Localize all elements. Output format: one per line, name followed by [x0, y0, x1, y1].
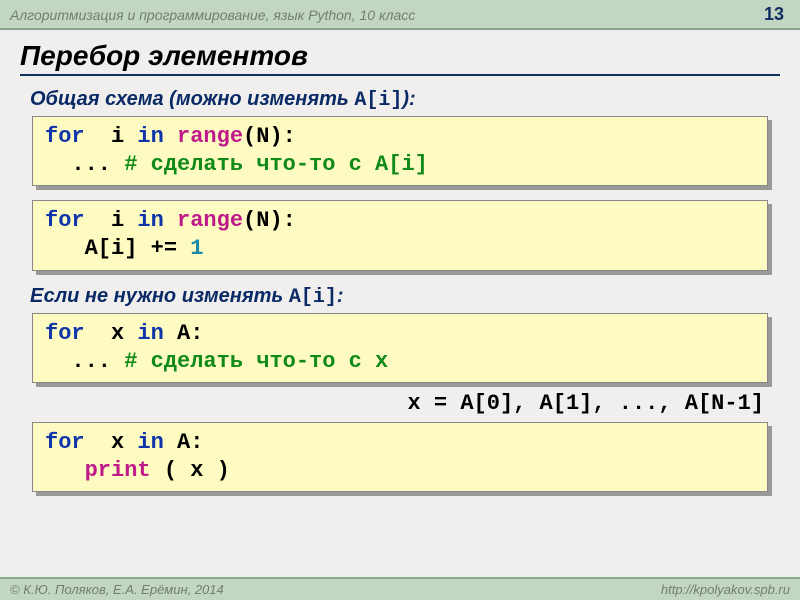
subhead1-text-c: ):	[402, 88, 415, 110]
var-i: i	[85, 124, 138, 149]
page-number: 13	[764, 4, 784, 25]
paren-open: (	[243, 124, 256, 149]
kw-for: for	[45, 208, 85, 233]
colon: :	[190, 321, 203, 346]
paren-close: ):	[269, 208, 295, 233]
comment: # сделать что-то с A[i]	[124, 152, 428, 177]
array-increment: A[i] +=	[45, 236, 190, 261]
paren-close: ):	[269, 124, 295, 149]
subhead1-text-a: Общая схема (можно изменять	[30, 88, 354, 110]
code-block-4: for x in A: print ( x )	[32, 422, 768, 492]
header-title: Алгоритмизация и программирование, язык …	[10, 7, 415, 23]
kw-in: in	[137, 321, 163, 346]
fn-range: range	[164, 208, 243, 233]
ellipsis: ...	[45, 349, 124, 374]
subhead2-text-a: Если не нужно изменять	[30, 285, 289, 307]
slide-header: Алгоритмизация и программирование, язык …	[0, 0, 800, 30]
footer-url: http://kpolyakov.spb.ru	[661, 582, 790, 597]
var-x: x	[85, 321, 138, 346]
subheading-general-scheme: Общая схема (можно изменять A[i]):	[30, 88, 770, 112]
subhead2-code: A[i]	[289, 286, 337, 309]
print-arg: ( x )	[151, 458, 230, 483]
ellipsis: ...	[45, 152, 124, 177]
code-block-3: for x in A: ... # сделать что-то с x	[32, 313, 768, 383]
footer-copyright: © К.Ю. Поляков, Е.А. Ерёмин, 2014	[10, 582, 224, 597]
kw-in: in	[137, 124, 163, 149]
kw-for: for	[45, 430, 85, 455]
slide-title: Перебор элементов	[20, 40, 780, 76]
paren-open: (	[243, 208, 256, 233]
fn-print: print	[85, 458, 151, 483]
slide-footer: © К.Ю. Поляков, Е.А. Ерёмин, 2014 http:/…	[0, 577, 800, 600]
indent	[45, 458, 85, 483]
var-i: i	[85, 208, 138, 233]
var-x: x	[85, 430, 138, 455]
slide-content: Общая схема (можно изменять A[i]): for i…	[0, 76, 800, 492]
colon: :	[190, 430, 203, 455]
comment: # сделать что-то с x	[124, 349, 388, 374]
iterable-a: A	[164, 430, 190, 455]
subhead2-text-c: :	[337, 285, 344, 307]
kw-for: for	[45, 124, 85, 149]
fn-range: range	[164, 124, 243, 149]
kw-for: for	[45, 321, 85, 346]
iterable-a: A	[164, 321, 190, 346]
subheading-readonly: Если не нужно изменять A[i]:	[30, 285, 770, 309]
range-n: N	[256, 208, 269, 233]
kw-in: in	[137, 208, 163, 233]
literal-one: 1	[190, 236, 203, 261]
range-n: N	[256, 124, 269, 149]
code-block-2: for i in range(N): A[i] += 1	[32, 200, 768, 270]
code-block-1: for i in range(N): ... # сделать что-то …	[32, 116, 768, 186]
kw-in: in	[137, 430, 163, 455]
subhead1-code: A[i]	[354, 89, 402, 112]
x-values-note: x = A[0], A[1], ..., A[N-1]	[30, 391, 770, 416]
